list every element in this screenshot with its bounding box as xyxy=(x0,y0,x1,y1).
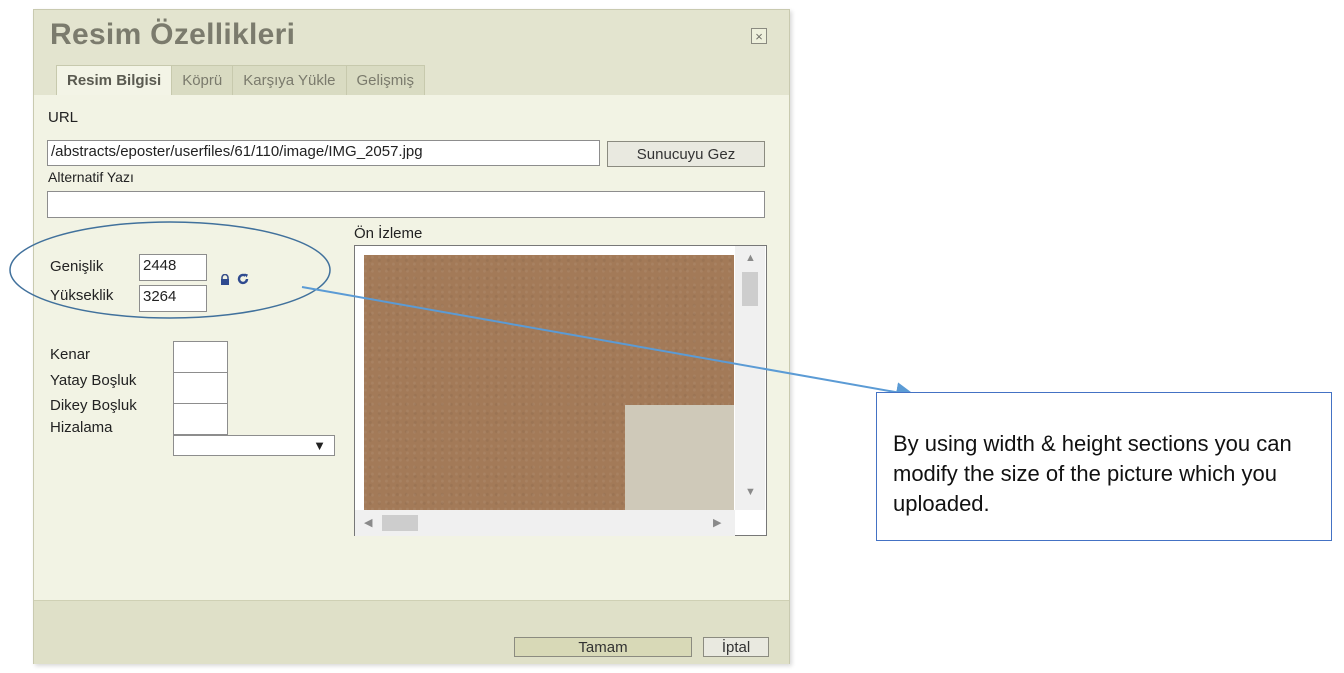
height-label: Yükseklik xyxy=(50,287,114,304)
image-properties-dialog: Resim Özellikleri × Resim Bilgisi Köprü … xyxy=(33,9,790,664)
preview-box: ▲ ▼ ◀ ▶ xyxy=(354,245,767,536)
vertical-scroll-thumb[interactable] xyxy=(742,272,758,306)
dialog-title: Resim Özellikleri xyxy=(50,18,296,51)
vspace-label: Dikey Boşluk xyxy=(50,397,137,414)
hspace-label: Yatay Boşluk xyxy=(50,372,137,389)
border-input[interactable] xyxy=(173,341,228,373)
align-label: Hizalama xyxy=(50,419,113,436)
scroll-left-icon[interactable]: ◀ xyxy=(364,518,372,529)
width-label: Genişlik xyxy=(50,258,104,275)
chevron-down-icon: ▼ xyxy=(313,438,326,453)
alt-text-label: Alternatif Yazı xyxy=(48,169,134,185)
tab-bar: Resim Bilgisi Köprü Karşıya Yükle Gelişm… xyxy=(56,65,426,96)
tab-link[interactable]: Köprü xyxy=(171,65,234,95)
url-input[interactable]: /abstracts/eposter/userfiles/61/110/imag… xyxy=(47,140,600,166)
tab-upload[interactable]: Karşıya Yükle xyxy=(232,65,347,95)
annotation-text: By using width & height sections you can… xyxy=(893,431,1292,516)
lock-icon[interactable] xyxy=(219,273,231,285)
scroll-right-icon[interactable]: ▶ xyxy=(713,518,721,529)
cancel-button[interactable]: İptal xyxy=(703,637,769,657)
refresh-icon[interactable] xyxy=(236,272,250,286)
scroll-up-icon[interactable]: ▲ xyxy=(745,253,756,264)
width-input[interactable]: 2448 xyxy=(139,254,207,281)
align-select[interactable]: ▼ xyxy=(173,435,335,456)
horizontal-scrollbar[interactable]: ◀ ▶ xyxy=(355,510,735,536)
preview-image xyxy=(364,255,734,510)
preview-label: Ön İzleme xyxy=(354,225,423,242)
url-label: URL xyxy=(48,109,79,126)
browse-server-button[interactable]: Sunucuyu Gez xyxy=(607,141,765,167)
alt-text-input[interactable] xyxy=(47,191,765,218)
vspace-input[interactable] xyxy=(173,403,228,435)
hspace-input[interactable] xyxy=(173,372,228,404)
scroll-down-icon[interactable]: ▼ xyxy=(745,487,756,498)
border-label: Kenar xyxy=(50,346,91,363)
close-icon[interactable]: × xyxy=(751,28,767,44)
image-info-panel: URL /abstracts/eposter/userfiles/61/110/… xyxy=(34,95,789,600)
height-input[interactable]: 3264 xyxy=(139,285,207,312)
ok-button[interactable]: Tamam xyxy=(514,637,692,657)
vertical-scrollbar[interactable]: ▲ ▼ xyxy=(735,246,765,510)
preview-image-light-area xyxy=(625,405,734,510)
dialog-footer: Tamam İptal xyxy=(34,600,789,664)
horizontal-scroll-thumb[interactable] xyxy=(382,515,418,531)
annotation-callout: By using width & height sections you can… xyxy=(876,392,1332,541)
tab-image-info[interactable]: Resim Bilgisi xyxy=(56,65,173,96)
tab-advanced[interactable]: Gelişmiş xyxy=(345,65,426,95)
